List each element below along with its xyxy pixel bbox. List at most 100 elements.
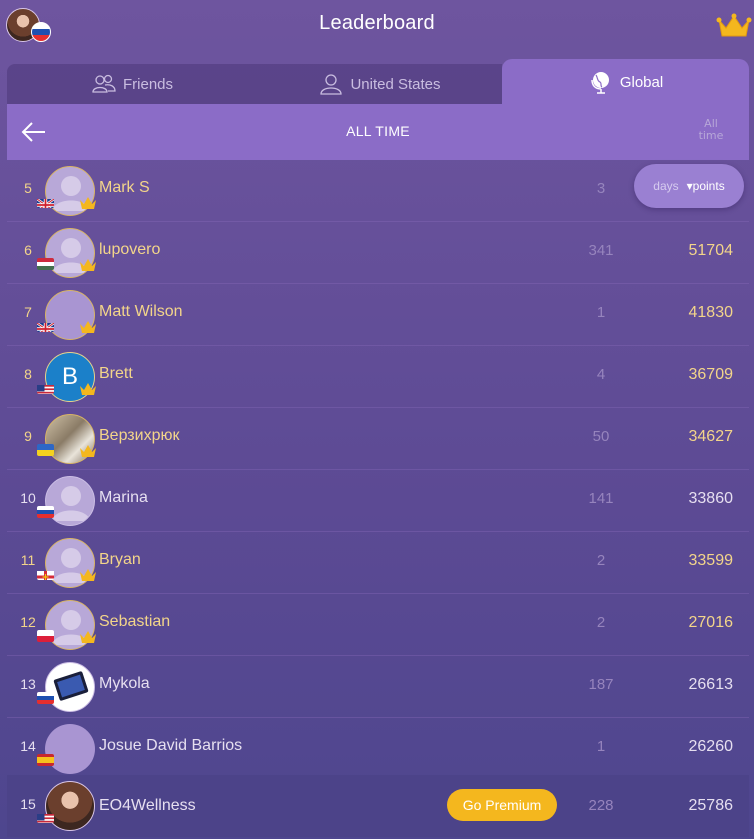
days-value: 50 <box>592 428 610 445</box>
points-value: 33599 <box>688 552 734 569</box>
flag-poland-icon <box>37 630 54 642</box>
player-name: lupovero <box>99 241 161 258</box>
days-value: 1 <box>596 304 606 321</box>
player-name: Marina <box>99 489 148 506</box>
sort-points-option[interactable]: ▾points <box>687 179 725 193</box>
avatar <box>45 724 95 774</box>
page-title: Leaderboard <box>319 12 435 34</box>
sort-points-label: points <box>692 179 725 193</box>
scope-tabs: Friends United States Global <box>7 59 749 105</box>
days-value: 1 <box>596 738 606 755</box>
points-value: 41830 <box>688 304 734 321</box>
crown-icon[interactable] <box>716 12 752 40</box>
leaderboard-row[interactable]: 13 Mykola 187 26613 <box>7 656 749 718</box>
rank: 7 <box>24 304 32 320</box>
rank: 6 <box>24 242 32 258</box>
period-label[interactable]: All time <box>693 118 729 142</box>
leaderboard-row[interactable]: 7 Matt Wilson 1 41830 <box>7 284 749 346</box>
avatar <box>45 476 95 526</box>
flag-slovakia-icon <box>37 506 54 518</box>
leaderboard-row[interactable]: 5 Mark S 3 days ▾points <box>7 160 749 222</box>
flag-slovakia-icon <box>37 692 54 704</box>
flag-spain-icon <box>37 754 54 766</box>
flag-uk-icon <box>37 320 54 332</box>
player-name: Mykola <box>99 675 150 692</box>
days-value: 187 <box>588 676 614 693</box>
leaderboard-row[interactable]: 6 lupovero 341 51704 <box>7 222 749 284</box>
player-name: Brett <box>99 365 133 382</box>
points-value: 36709 <box>688 366 734 383</box>
sort-toggle[interactable]: days ▾points <box>634 164 744 208</box>
leaderboard-row[interactable]: 10 Marina 141 33860 <box>7 470 749 532</box>
panel-title: ALL TIME <box>346 123 410 139</box>
sort-days-option[interactable]: days <box>653 179 678 193</box>
tab-global-label: Global <box>619 73 664 91</box>
points-value: 27016 <box>688 614 734 631</box>
days-value: 4 <box>596 366 606 383</box>
points-value: 25786 <box>688 797 734 814</box>
rank: 13 <box>20 676 36 692</box>
rank: 8 <box>24 366 32 382</box>
points-value: 34627 <box>688 428 734 445</box>
points-value: 33860 <box>688 490 734 507</box>
friends-icon <box>92 74 116 93</box>
rank: 12 <box>20 614 36 630</box>
flag-ukraine-icon <box>37 444 54 456</box>
tab-friends[interactable]: Friends <box>7 64 257 104</box>
points-value: 26613 <box>688 676 734 693</box>
crown-icon <box>80 259 96 271</box>
rank: 5 <box>24 180 32 196</box>
rank: 14 <box>20 738 36 754</box>
leaderboard-row[interactable]: 8 B Brett 4 36709 <box>7 346 749 408</box>
crown-icon <box>80 197 96 209</box>
rank: 9 <box>24 428 32 444</box>
crown-icon <box>80 321 96 333</box>
flag-guernsey-icon <box>37 568 54 580</box>
crown-icon <box>80 383 96 395</box>
points-value: 51704 <box>688 242 734 259</box>
tab-friends-label: Friends <box>122 75 174 93</box>
player-name: Sebastian <box>99 613 171 630</box>
rank: 10 <box>20 490 36 506</box>
player-name: Mark S <box>99 179 150 196</box>
leaderboard-row[interactable]: 11 Bryan 2 33599 <box>7 532 749 594</box>
go-premium-button[interactable]: Go Premium <box>447 789 557 821</box>
flag-usa-icon <box>37 811 54 823</box>
crown-icon <box>80 631 96 643</box>
player-name: EO4Wellness <box>99 797 196 814</box>
leaderboard-row[interactable]: 9 Верзихрюк 50 34627 <box>7 408 749 470</box>
player-name: Bryan <box>99 551 141 568</box>
current-user-row[interactable]: 15 EO4Wellness Go Premium 228 25786 <box>7 775 749 837</box>
avatar <box>45 662 95 712</box>
flag-usa-icon <box>37 382 54 394</box>
phone-photo-icon <box>53 671 89 701</box>
flag-uk-icon <box>37 196 54 208</box>
player-name: Matt Wilson <box>99 303 183 320</box>
days-value: 3 <box>596 180 606 197</box>
avatar <box>45 781 95 831</box>
tab-united-states-label: United States <box>350 75 441 93</box>
leaderboard-list: 5 Mark S 3 days ▾points 6 lupovero 341 5… <box>7 160 749 839</box>
days-value: 2 <box>596 614 606 631</box>
default-avatar-icon <box>52 486 90 521</box>
player-name: Верзихрюк <box>99 427 180 444</box>
tab-united-states[interactable]: United States <box>257 64 502 104</box>
leaderboard-row[interactable]: 12 Sebastian 2 27016 <box>7 594 749 656</box>
player-name: Josue David Barrios <box>99 737 243 754</box>
user-icon <box>320 74 343 95</box>
tab-global[interactable]: Global <box>502 59 749 105</box>
rank: 11 <box>20 552 36 568</box>
crown-icon <box>80 569 96 581</box>
days-value: 2 <box>596 552 606 569</box>
flag-hungary-icon <box>37 258 54 270</box>
leaderboard-row[interactable]: 14 Josue David Barrios 1 26260 <box>7 718 749 780</box>
days-value: 341 <box>588 242 614 259</box>
days-value: 228 <box>588 797 614 814</box>
days-value: 141 <box>588 490 614 507</box>
points-value: 26260 <box>688 738 734 755</box>
top-bar: Leaderboard <box>0 0 754 52</box>
crown-icon <box>80 445 96 457</box>
globe-icon <box>591 72 609 94</box>
rank: 15 <box>20 796 36 812</box>
panel-header: ALL TIME All time <box>7 104 749 160</box>
